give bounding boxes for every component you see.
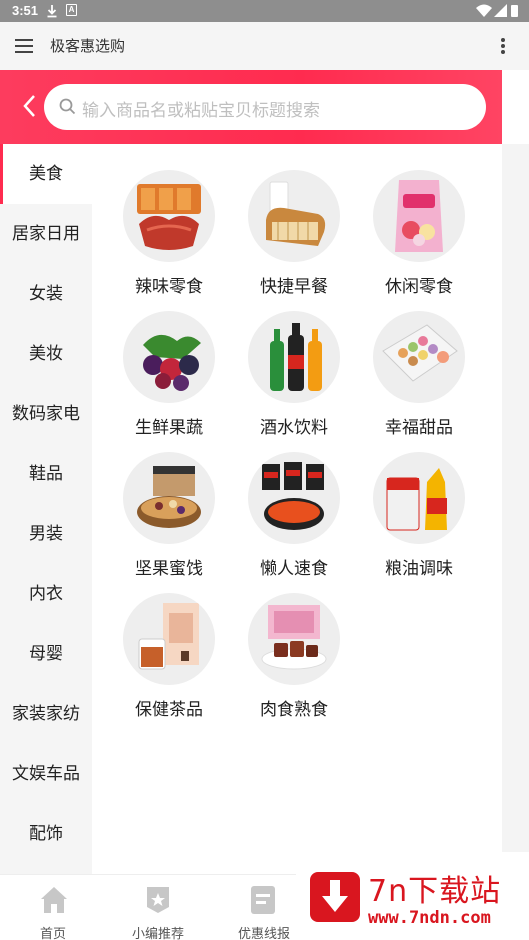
nuts-bowl-icon [123,452,215,544]
sidebar-item-home-textiles[interactable]: 家装家纺 [0,684,92,744]
sidebar-item-household[interactable]: 居家日用 [0,204,92,264]
category-tile-instant-food[interactable]: 懒人速食 [232,426,352,579]
category-grid: 辣味零食 快捷早餐 休闲零食 生鲜果蔬 酒水饮料 幸福甜品 坚果蜜饯 懒人速食 … [92,144,502,854]
watermark-brand: 7n下载站 [368,874,502,909]
nav-home[interactable]: 首页 [3,875,103,940]
home-icon [39,885,69,919]
download-arrow-logo [310,872,360,926]
search-placeholder: 输入商品名或粘贴宝贝标题搜索 [82,101,320,121]
berries-icon [123,311,215,403]
sidebar-item-shoes[interactable]: 鞋品 [0,444,92,504]
wifi-icon [476,4,492,20]
sidebar-item-underwear[interactable]: 内衣 [0,564,92,624]
category-tile-casual-snacks[interactable]: 休闲零食 [357,144,477,297]
category-tile-spicy-snacks[interactable]: 辣味零食 [107,144,227,297]
battery-icon [511,5,518,17]
category-label: 保健茶品 [135,700,203,720]
search-header: 输入商品名或粘贴宝贝标题搜索 [0,70,502,144]
sidebar-item-beauty[interactable]: 美妆 [0,324,92,384]
bread-milk-icon [248,170,340,262]
search-icon [59,98,76,119]
category-tile-quick-breakfast[interactable]: 快捷早餐 [232,144,352,297]
status-bar: 3:51 A [0,0,529,22]
category-tile-fresh-produce[interactable]: 生鲜果蔬 [107,285,227,438]
site-watermark: 7n下载站 www.7ndn.com [296,852,529,940]
sidebar-item-mens-wear[interactable]: 男装 [0,504,92,564]
signal-icon [494,4,507,20]
nav-home-label: 首页 [39,927,66,940]
category-label: 粮油调味 [385,559,453,579]
watermark-url: www.7ndn.com [368,908,491,928]
spicy-snack-icon [123,170,215,262]
nav-editor-picks[interactable]: 小编推荐 [108,875,208,940]
chips-bag-icon [373,170,465,262]
instant-noodles-icon [248,452,340,544]
more-vert-icon[interactable] [500,38,506,58]
jerky-icon [248,593,340,685]
category-tile-health-tea[interactable]: 保健茶品 [107,567,227,720]
category-tile-desserts[interactable]: 幸福甜品 [357,285,477,438]
sidebar-item-entertainment-auto[interactable]: 文娱车品 [0,744,92,804]
sidebar-item-food[interactable]: 美食 [0,144,92,204]
status-time: 3:51 [12,3,39,18]
menu-icon[interactable] [15,38,33,57]
nav-editor-picks-label: 小编推荐 [131,927,184,940]
category-tile-nuts[interactable]: 坚果蜜饯 [107,426,227,579]
right-edge-strip [502,144,529,854]
a-badge-icon: A [66,4,77,16]
category-label: 肉食熟食 [260,700,328,720]
sidebar-item-womens-wear[interactable]: 女装 [0,264,92,324]
category-tile-grain-oil[interactable]: 粮油调味 [357,426,477,579]
macaron-box-icon [373,311,465,403]
category-tile-cooked-meat[interactable]: 肉食熟食 [232,567,352,720]
app-bar: 极客惠选购 [0,22,529,70]
badge-star-icon [144,885,172,919]
sidebar-item-baby[interactable]: 母婴 [0,624,92,684]
sidebar-item-electronics[interactable]: 数码家电 [0,384,92,444]
category-sidebar: 美食 居家日用 女装 美妆 数码家电 鞋品 男装 内衣 母婴 家装家纺 文娱车品… [0,144,92,874]
app-title: 极客惠选购 [50,37,126,55]
download-icon [46,4,58,21]
document-icon [250,885,276,919]
tea-box-icon [123,593,215,685]
soda-bottles-icon [248,311,340,403]
back-chevron-icon[interactable] [22,94,36,122]
category-tile-drinks[interactable]: 酒水饮料 [232,285,352,438]
search-input[interactable]: 输入商品名或粘贴宝贝标题搜索 [44,84,486,130]
sidebar-item-accessories[interactable]: 配饰 [0,804,92,864]
rice-oil-icon [373,452,465,544]
